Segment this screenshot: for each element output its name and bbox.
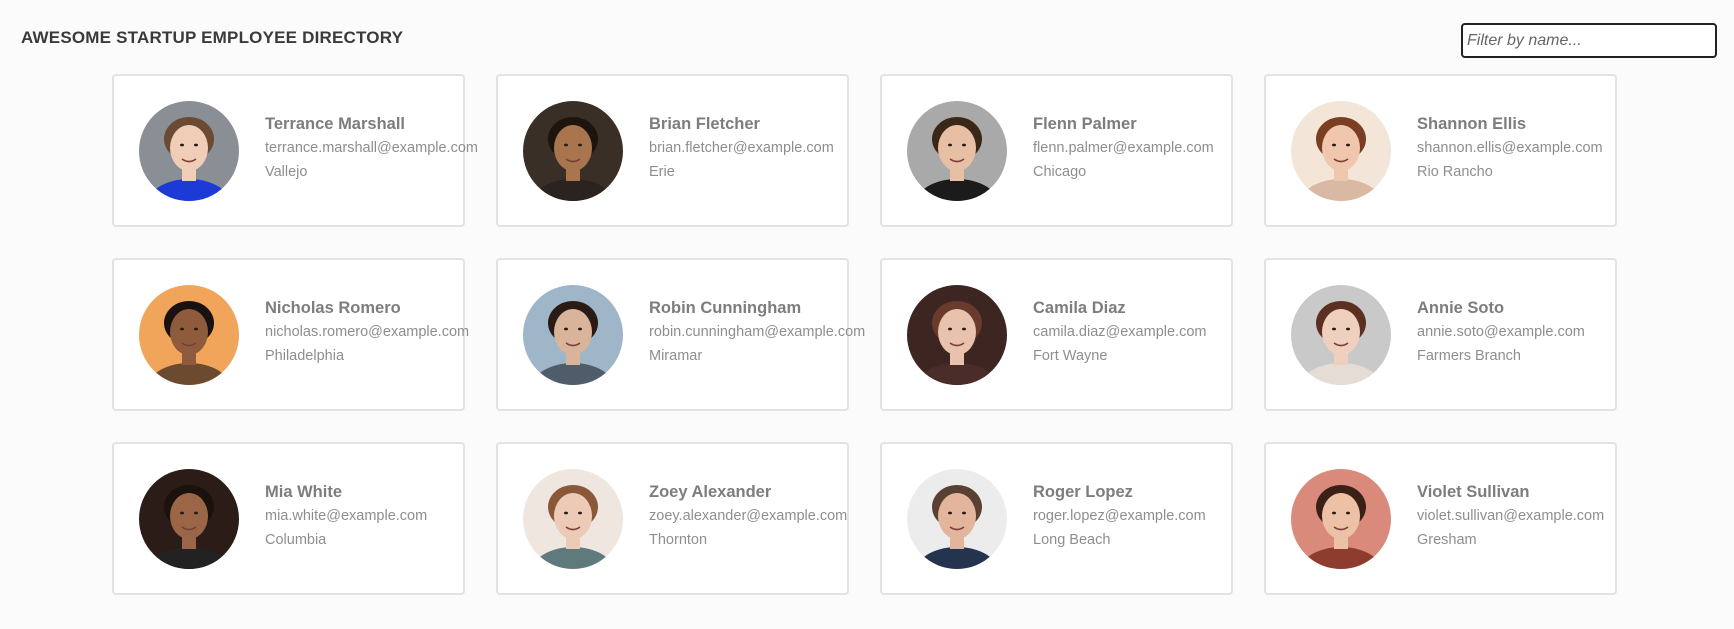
employee-email: brian.fletcher@example.com: [649, 140, 834, 156]
employee-email: annie.soto@example.com: [1417, 324, 1585, 340]
page-title: AWESOME STARTUP EMPLOYEE DIRECTORY: [21, 28, 404, 47]
employee-card[interactable]: Flenn Palmer flenn.palmer@example.com Chic…: [880, 74, 1233, 227]
employee-city: Miramar: [649, 348, 703, 364]
employee-email: flenn.palmer@example.com: [1033, 140, 1214, 156]
employee-card[interactable]: Brian Fletcher brian.fletcher@example.com…: [496, 74, 849, 227]
employee-email: shannon.ellis@example.com: [1417, 140, 1603, 156]
employee-name: Camila Diaz: [1033, 299, 1126, 317]
employee-card[interactable]: Roger Lopez roger.lopez@example.com Long B…: [880, 442, 1233, 595]
employee-avatar: [907, 469, 1007, 569]
employee-email: zoey.alexander@example.com: [649, 508, 848, 524]
employee-card[interactable]: Violet Sullivan violet.sullivan@example.c…: [1264, 442, 1617, 595]
employee-city: Chicago: [1033, 164, 1087, 180]
employee-card[interactable]: Nicholas Romero nicholas.romero@example.c…: [112, 258, 469, 411]
employee-info: Annie Soto annie.soto@example.com Farmers …: [1417, 298, 1585, 365]
employee-info: Camila Diaz camila.diaz@example.com Fort W…: [1033, 298, 1206, 365]
employee-card[interactable]: Zoey Alexander zoey.alexander@example.com…: [496, 442, 849, 595]
employee-avatar: [907, 285, 1007, 385]
employee-name: Violet Sullivan: [1417, 483, 1530, 501]
employee-card[interactable]: Robin Cunningham robin.cunningham@example…: [496, 258, 865, 411]
employee-name: Zoey Alexander: [649, 483, 772, 501]
employee-name: Annie Soto: [1417, 299, 1505, 317]
employee-name: Flenn Palmer: [1033, 115, 1137, 133]
employee-name: Robin Cunningham: [649, 299, 802, 317]
employee-email: violet.sullivan@example.com: [1417, 508, 1605, 524]
employee-info: Brian Fletcher brian.fletcher@example.com…: [649, 114, 834, 181]
employee-card[interactable]: Mia White mia.white@example.com Columbia: [112, 442, 465, 595]
employee-avatar: [523, 469, 623, 569]
employee-info: Violet Sullivan violet.sullivan@example.c…: [1417, 482, 1604, 549]
employee-avatar: [1291, 285, 1391, 385]
employee-name: Nicholas Romero: [265, 299, 401, 317]
employee-info: Flenn Palmer flenn.palmer@example.com Chic…: [1033, 114, 1214, 181]
employee-avatar: [1291, 101, 1391, 201]
employee-avatar: [139, 101, 239, 201]
employee-city: Rio Rancho: [1417, 164, 1493, 180]
employee-email: robin.cunningham@example.com: [649, 324, 866, 340]
employee-info: Mia White mia.white@example.com Columbia: [265, 482, 427, 549]
employee-city: Gresham: [1417, 532, 1477, 548]
employee-name: Shannon Ellis: [1417, 115, 1527, 133]
employee-city: Columbia: [265, 532, 327, 548]
employee-name: Roger Lopez: [1033, 483, 1133, 501]
employee-city: Farmers Branch: [1417, 348, 1521, 364]
employee-city: Vallejo: [265, 164, 308, 180]
employee-city: Long Beach: [1033, 532, 1111, 548]
employee-card[interactable]: Annie Soto annie.soto@example.com Farmers …: [1264, 258, 1617, 411]
employee-email: mia.white@example.com: [265, 508, 428, 524]
employee-card[interactable]: Terrance Marshall terrance.marshall@examp…: [112, 74, 478, 227]
employee-avatar: [907, 101, 1007, 201]
employee-info: Terrance Marshall terrance.marshall@examp…: [265, 114, 478, 181]
employee-city: Fort Wayne: [1033, 348, 1108, 364]
employee-card[interactable]: Camila Diaz camila.diaz@example.com Fort W…: [880, 258, 1233, 411]
employee-info: Nicholas Romero nicholas.romero@example.c…: [265, 298, 469, 365]
employee-avatar: [523, 101, 623, 201]
name-filter-input[interactable]: [1461, 23, 1717, 58]
employee-name: Brian Fletcher: [649, 115, 760, 133]
employee-grid: Terrance Marshall terrance.marshall@examp…: [112, 74, 1617, 595]
employee-info: Zoey Alexander zoey.alexander@example.com…: [649, 482, 847, 549]
employee-name: Mia White: [265, 483, 342, 501]
employee-info: Roger Lopez roger.lopez@example.com Long B…: [1033, 482, 1206, 549]
employee-email: camila.diaz@example.com: [1033, 324, 1207, 340]
employee-city: Thornton: [649, 532, 708, 548]
employee-avatar: [139, 469, 239, 569]
employee-name: Terrance Marshall: [265, 115, 406, 133]
employee-avatar: [1291, 469, 1391, 569]
employee-city: Erie: [649, 164, 675, 180]
employee-email: roger.lopez@example.com: [1033, 508, 1206, 524]
employee-info: Robin Cunningham robin.cunningham@example…: [649, 298, 865, 365]
employee-info: Shannon Ellis shannon.ellis@example.com Ri…: [1417, 114, 1603, 181]
employee-avatar: [139, 285, 239, 385]
employee-avatar: [523, 285, 623, 385]
employee-city: Philadelphia: [265, 348, 345, 364]
page-header: AWESOME STARTUP EMPLOYEE DIRECTORY: [0, 0, 1734, 70]
employee-email: terrance.marshall@example.com: [265, 140, 478, 156]
employee-email: nicholas.romero@example.com: [265, 324, 470, 340]
employee-card[interactable]: Shannon Ellis shannon.ellis@example.com Ri…: [1264, 74, 1617, 227]
